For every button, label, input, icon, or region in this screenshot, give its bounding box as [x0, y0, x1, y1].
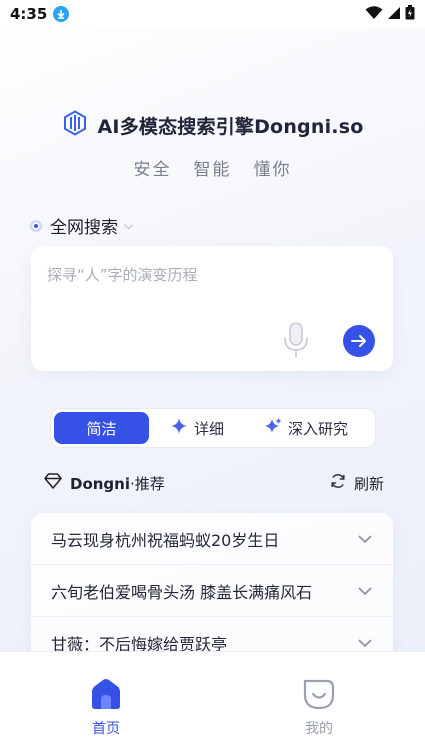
- mode-deep-research-tab[interactable]: 深入研究: [245, 412, 367, 444]
- search-scope-label: 全网搜索: [50, 218, 118, 238]
- smile-icon: [302, 678, 336, 714]
- nav-label: 我的: [305, 721, 333, 737]
- tagline-item: 安全: [133, 160, 172, 180]
- brand-header: AI多模态搜索引擎Dongni.so: [0, 110, 425, 140]
- diamond-icon: [44, 473, 62, 493]
- sparkle-icon: [170, 417, 188, 439]
- mode-label: 简洁: [86, 419, 117, 438]
- news-item[interactable]: 六旬老伯爱喝骨头汤 膝盖长满痛风石: [31, 565, 393, 617]
- nav-label: 首页: [92, 721, 120, 737]
- nav-home[interactable]: 首页: [66, 678, 146, 738]
- news-item[interactable]: 马云现身杭州祝福蚂蚁20岁生日: [31, 513, 393, 565]
- chevron-down-icon: [358, 586, 372, 595]
- dongni-logo-icon: [62, 110, 88, 140]
- tagline: 安全 智能 懂你: [0, 155, 425, 180]
- wifi-icon: [365, 5, 383, 24]
- chevron-down-icon: [358, 534, 372, 543]
- recommend-suffix: ·推荐: [130, 474, 165, 493]
- mode-detailed-tab[interactable]: 详细: [149, 412, 245, 444]
- answer-mode-selector: 简洁 详细 深入研究: [50, 408, 376, 448]
- microphone-icon: [284, 322, 308, 357]
- nav-mine[interactable]: 我的: [279, 678, 359, 738]
- refresh-button[interactable]: 刷新: [330, 473, 384, 494]
- send-button[interactable]: [343, 325, 375, 357]
- microphone-button[interactable]: [281, 320, 311, 360]
- recommend-brand: Dongni: [70, 474, 130, 493]
- recommend-title: Dongni·推荐: [44, 473, 165, 494]
- status-bar: 4:35: [0, 0, 425, 28]
- brand-title: AI多模态搜索引擎Dongni.so: [97, 115, 364, 138]
- mode-label: 详细: [193, 419, 224, 438]
- recommend-header: Dongni·推荐 刷新: [44, 472, 384, 494]
- news-title: 马云现身杭州祝福蚂蚁20岁生日: [51, 530, 280, 550]
- refresh-label: 刷新: [353, 474, 384, 493]
- news-title: 六旬老伯爱喝骨头汤 膝盖长满痛风石: [51, 582, 313, 602]
- battery-icon: [405, 4, 415, 24]
- search-box: [31, 246, 393, 371]
- chevron-down-icon: [358, 638, 372, 647]
- tagline-item: 懂你: [253, 160, 292, 180]
- search-input[interactable]: [47, 260, 367, 290]
- news-list: 马云现身杭州祝福蚂蚁20岁生日 六旬老伯爱喝骨头汤 膝盖长满痛风石 甘薇：不后悔…: [31, 513, 393, 663]
- bottom-nav: 首页 我的: [0, 651, 425, 756]
- scope-radio-icon: [30, 219, 42, 232]
- status-time: 4:35: [10, 5, 48, 23]
- sparkle-icon: [264, 417, 282, 439]
- refresh-icon: [330, 473, 346, 493]
- download-icon: [53, 6, 70, 22]
- search-scope-selector[interactable]: 全网搜索 ⌵: [30, 213, 133, 238]
- chevron-down-icon: ⌵: [124, 218, 134, 232]
- tagline-item: 智能: [193, 160, 232, 180]
- mode-concise-tab[interactable]: 简洁: [54, 412, 149, 444]
- arrow-right-icon: [351, 335, 366, 347]
- signal-icon: [387, 5, 401, 24]
- mode-label: 深入研究: [287, 419, 348, 438]
- home-icon: [89, 678, 123, 714]
